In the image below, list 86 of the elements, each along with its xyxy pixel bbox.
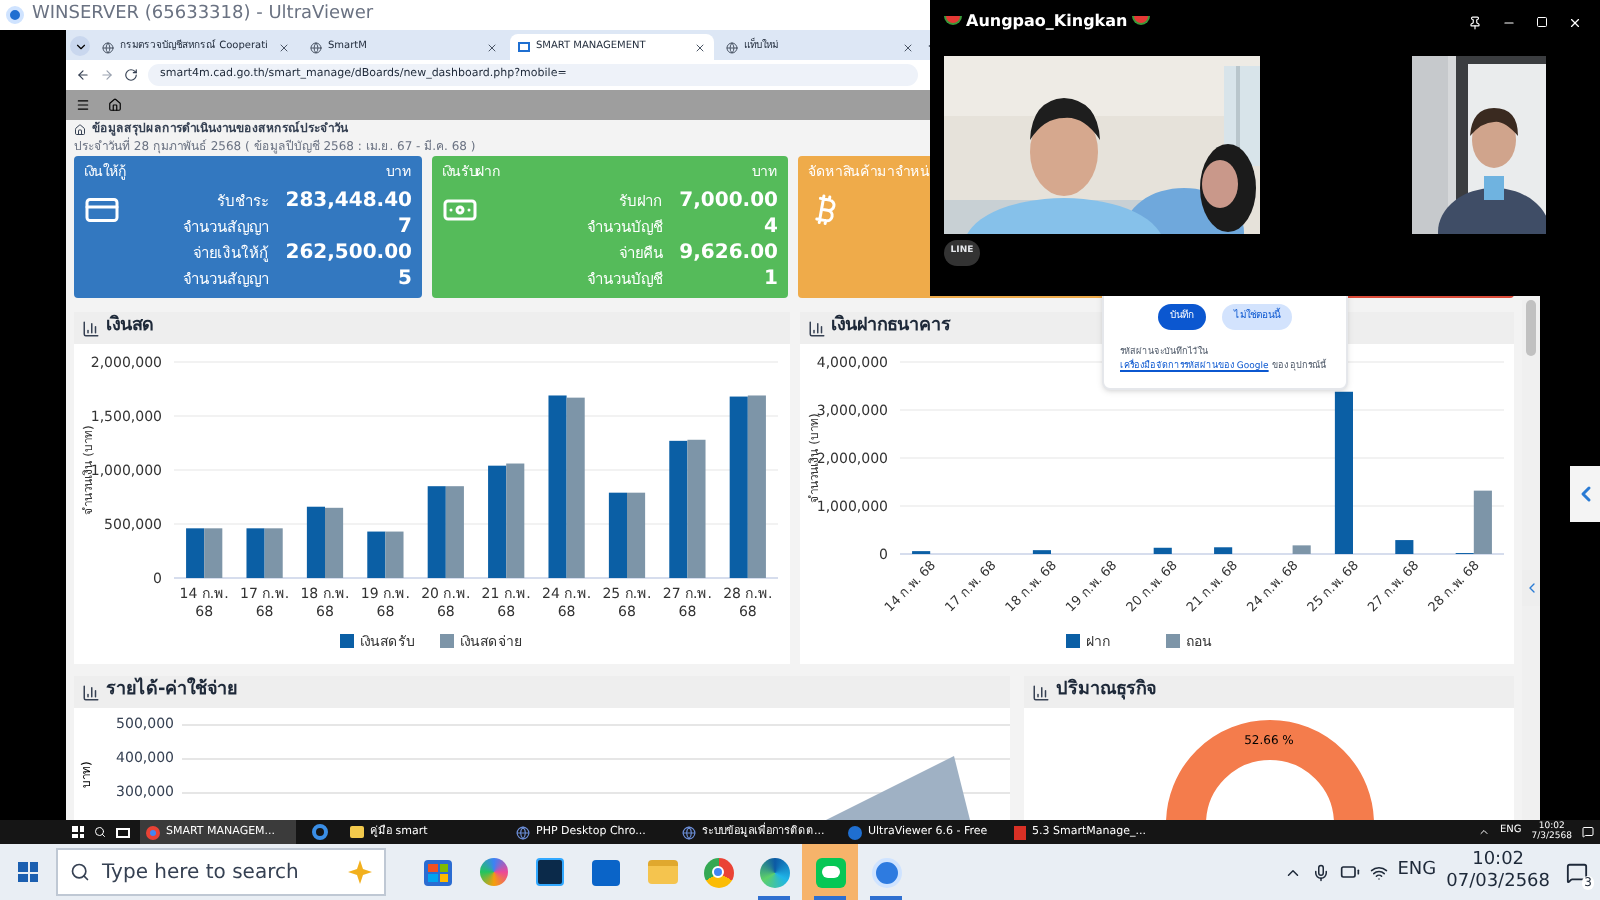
wifi-icon[interactable] xyxy=(1369,863,1388,881)
maximize-icon[interactable] xyxy=(1536,16,1548,28)
bar xyxy=(1291,545,1310,554)
browser-icon xyxy=(759,857,789,887)
folder-icon xyxy=(647,860,677,884)
notification-icon[interactable] xyxy=(1582,826,1594,838)
menu-icon[interactable] xyxy=(76,98,90,112)
globe-icon xyxy=(102,41,114,53)
bar xyxy=(1213,547,1232,554)
close-icon[interactable] xyxy=(694,41,706,53)
bar xyxy=(427,486,446,578)
window-title: WINSERVER (65633318) - UltraViewer xyxy=(32,1,374,28)
close-icon[interactable] xyxy=(278,41,290,53)
globe-icon xyxy=(682,825,696,839)
close-icon[interactable] xyxy=(902,41,914,53)
globe-icon xyxy=(726,41,738,53)
card-value: 5 xyxy=(396,265,412,291)
clock[interactable]: 10:02 07/03/2568 xyxy=(1446,850,1550,894)
folder-icon xyxy=(350,826,364,838)
app-icon xyxy=(871,857,901,887)
microphone-icon[interactable] xyxy=(1311,863,1330,881)
bar xyxy=(325,507,344,578)
panel-title: เงินสด xyxy=(106,314,154,341)
watermelon-icon xyxy=(1131,16,1150,28)
card-value: 9,626.00 xyxy=(679,239,778,265)
browser-icon xyxy=(312,824,328,840)
chart-icon xyxy=(1032,683,1050,701)
app-icon xyxy=(848,825,862,839)
card-value: 283,448.40 xyxy=(285,187,412,213)
search-icon[interactable] xyxy=(94,826,106,838)
bar xyxy=(385,531,404,578)
task-view-icon[interactable] xyxy=(116,827,130,837)
search-icon xyxy=(70,862,90,882)
chart-icon xyxy=(82,683,100,701)
start-icon[interactable] xyxy=(72,826,84,838)
card-value: 7,000.00 xyxy=(679,187,778,213)
bar xyxy=(1152,547,1171,554)
side-panel-tab[interactable] xyxy=(1570,466,1600,522)
back-icon[interactable] xyxy=(76,68,90,82)
bar xyxy=(246,528,265,578)
chart-icon xyxy=(82,319,100,337)
globe-icon xyxy=(310,41,322,53)
chevron-up-icon[interactable] xyxy=(1478,826,1490,838)
chevron-down-icon xyxy=(73,39,87,53)
home-icon[interactable] xyxy=(108,98,122,112)
reload-icon[interactable] xyxy=(124,68,138,82)
sparkle-icon xyxy=(348,860,372,884)
bar xyxy=(186,528,205,578)
call-title: Aungpao_Kingkan xyxy=(966,10,1128,34)
bar xyxy=(204,528,223,578)
panel-title: เงินฝากธนาคาร xyxy=(831,314,951,341)
tab-list-button[interactable] xyxy=(70,36,90,56)
card-value: 1 xyxy=(762,265,778,291)
panel-title: รายได้-ค่าใช้จ่าย xyxy=(106,678,238,705)
bar xyxy=(608,492,627,578)
page-icon xyxy=(518,42,530,52)
browser-icon xyxy=(146,825,160,839)
photoshop-icon xyxy=(536,858,564,886)
home-icon xyxy=(74,123,86,135)
app-logo-icon xyxy=(6,6,24,24)
bar xyxy=(1394,540,1413,554)
battery-icon[interactable] xyxy=(1339,862,1360,882)
pin-icon[interactable] xyxy=(1468,15,1482,29)
app-icon xyxy=(480,858,508,886)
bar xyxy=(687,439,706,578)
card-value: 7 xyxy=(396,213,412,239)
card-value: 262,500.00 xyxy=(285,239,412,265)
bar xyxy=(367,531,386,578)
mail-icon xyxy=(592,859,620,885)
browser-icon xyxy=(703,857,733,887)
language-indicator[interactable]: ENG xyxy=(1397,858,1437,886)
store-icon xyxy=(424,859,452,885)
bar xyxy=(306,506,325,578)
pdf-icon xyxy=(1014,825,1026,839)
bar xyxy=(506,463,525,578)
panel-title: ปริมาณธุรกิจ xyxy=(1056,678,1156,705)
bar xyxy=(669,440,688,578)
chart-icon xyxy=(807,319,825,337)
globe-icon xyxy=(516,825,530,839)
search-field[interactable]: Type here to search xyxy=(56,848,386,896)
watermelon-icon xyxy=(944,16,962,28)
bar xyxy=(488,465,507,578)
chat-app-icon xyxy=(815,857,845,887)
card-value: 4 xyxy=(762,213,778,239)
bar xyxy=(627,492,646,578)
close-icon[interactable] xyxy=(486,41,498,53)
